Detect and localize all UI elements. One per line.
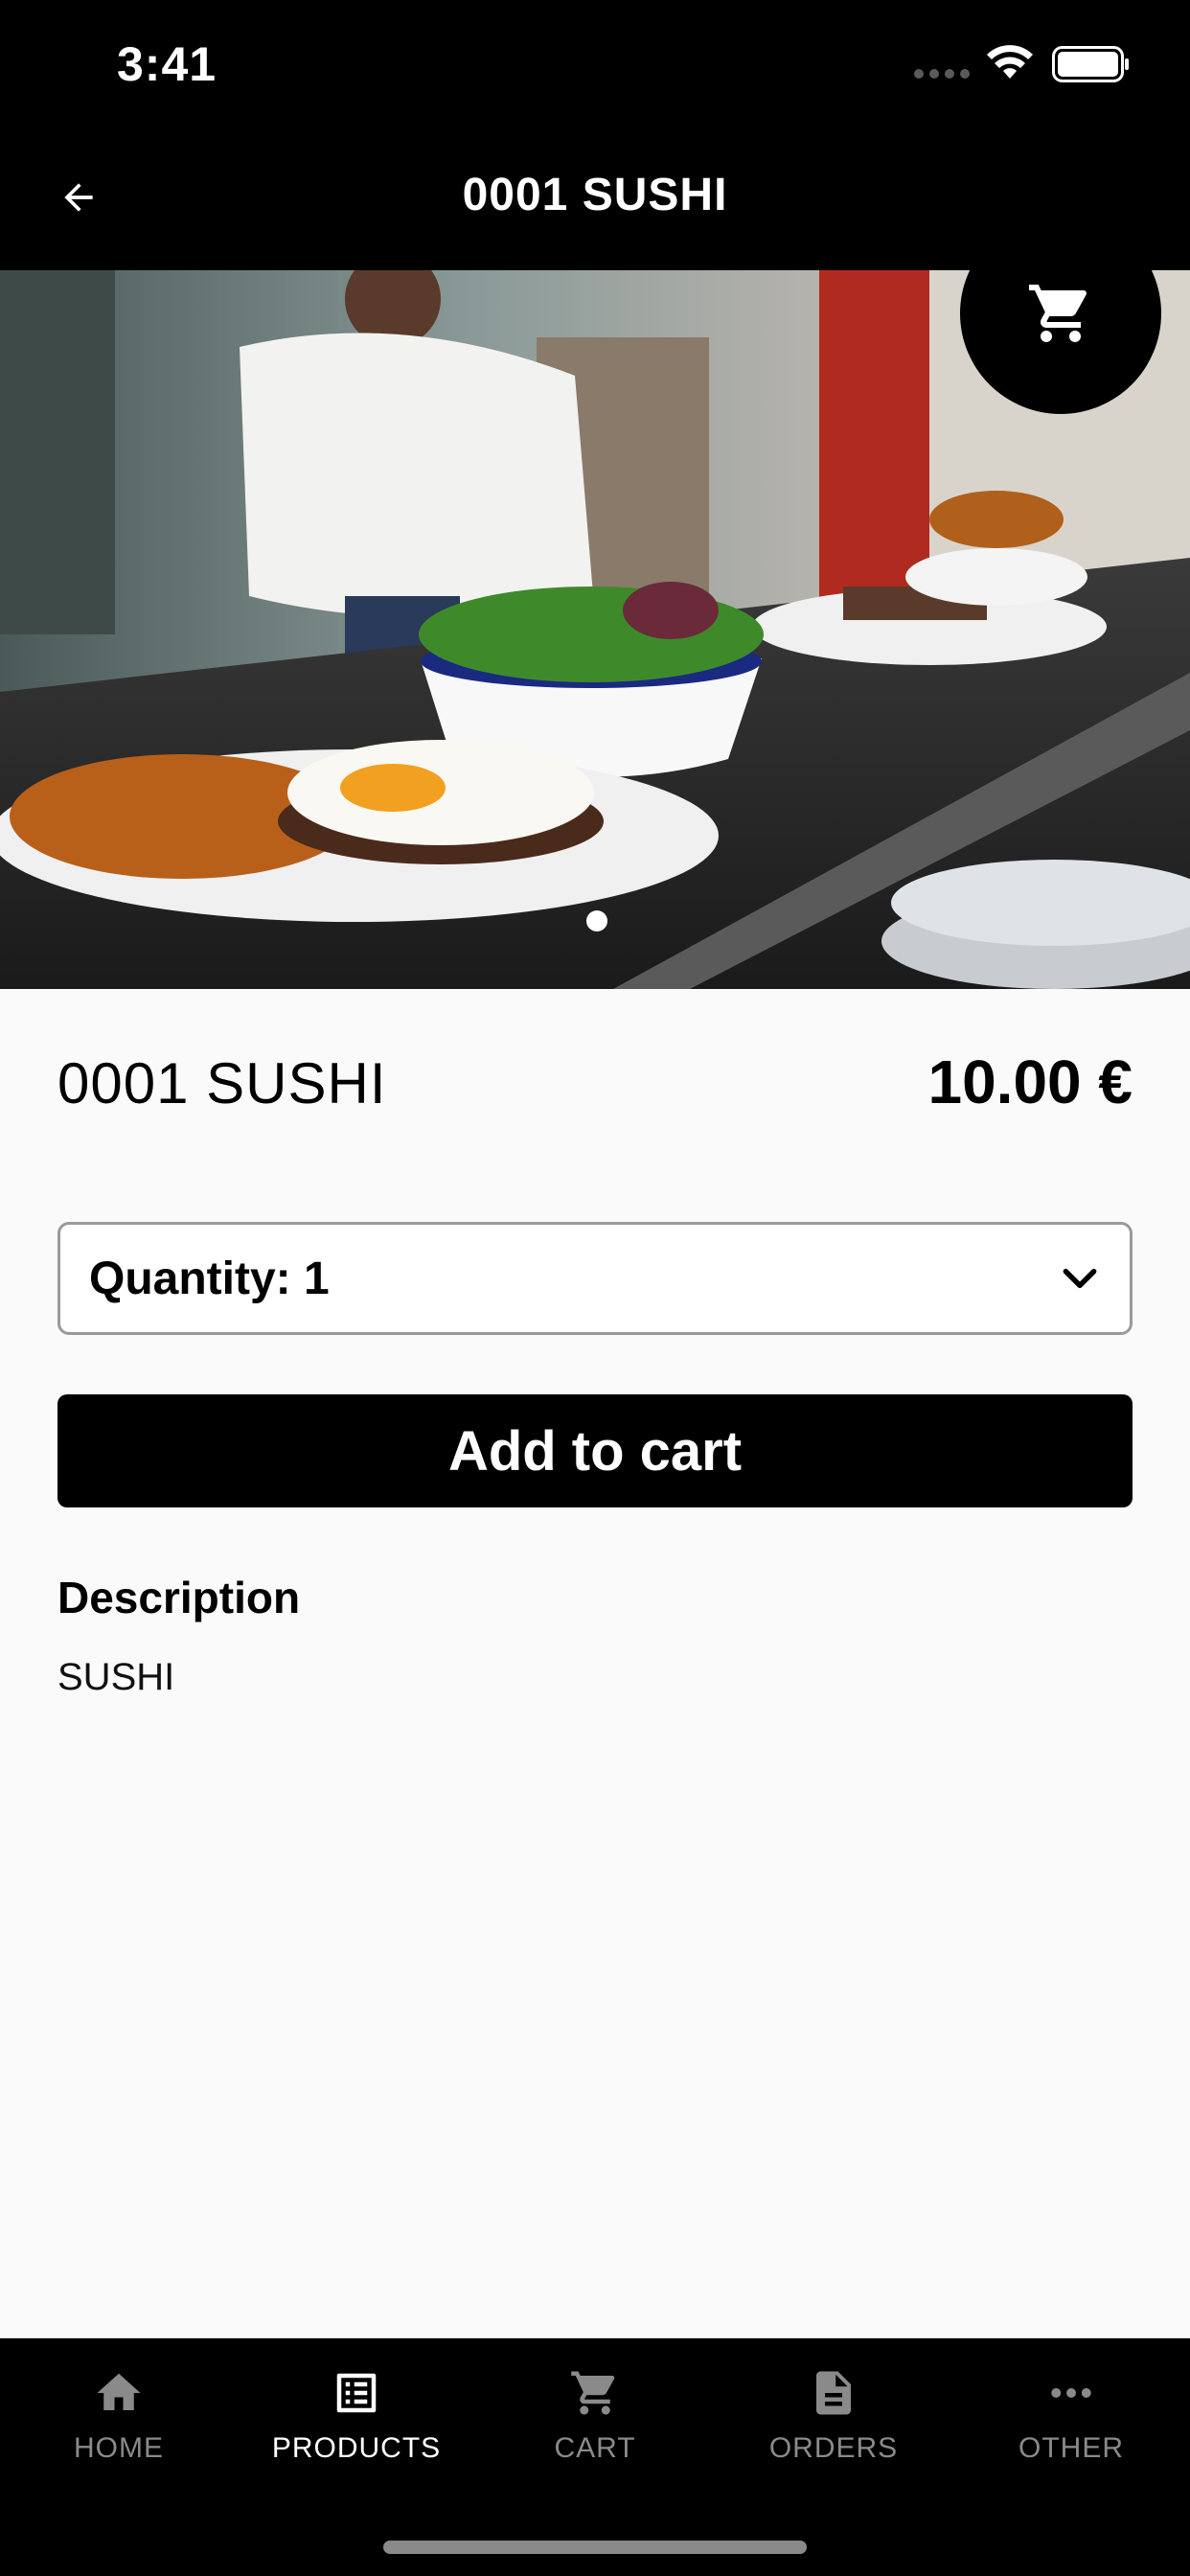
home-icon: [97, 2373, 141, 2410]
description-heading: Description: [57, 1573, 301, 1622]
nav-label-other: OTHER: [1018, 2432, 1124, 2464]
nav-label-orders: ORDERS: [768, 2432, 899, 2464]
wifi-icon: [987, 45, 1033, 79]
cart-fab-button[interactable]: [960, 213, 1161, 414]
description-text: SUSHI: [57, 1656, 175, 1698]
nav-item-home[interactable]: HOME: [0, 2367, 238, 2511]
add-to-cart-button[interactable]: Add to cart: [57, 1394, 1133, 1507]
list-icon: [336, 2373, 377, 2413]
quantity-value: Quantity: 1: [89, 1253, 330, 1304]
nav-item-other[interactable]: OTHER: [952, 2367, 1190, 2511]
carousel-indicator-dot[interactable]: [586, 910, 607, 932]
cellular-signal-icon: [914, 69, 970, 79]
nav-label-products: PRODUCTS: [271, 2432, 442, 2464]
status-bar: 3:41: [0, 0, 1190, 134]
home-indicator[interactable]: [383, 2541, 807, 2554]
nav-label-cart: CART: [554, 2432, 636, 2464]
nav-item-products[interactable]: PRODUCTS: [238, 2367, 475, 2511]
nav-item-cart[interactable]: CART: [476, 2367, 714, 2511]
cart-icon: [1029, 285, 1087, 342]
product-name: 0001 SUSHI: [57, 1051, 387, 1116]
cart-icon: [571, 2371, 615, 2415]
battery-icon: [1052, 46, 1129, 82]
quantity-select[interactable]: Quantity: 1: [57, 1222, 1133, 1335]
nav-label-home: HOME: [74, 2432, 164, 2464]
chevron-down-icon: [1063, 1268, 1097, 1289]
nav-item-orders[interactable]: ORDERS: [715, 2367, 952, 2511]
product-price: 10.00 €: [927, 1047, 1133, 1116]
status-time: 3:41: [117, 37, 217, 91]
more-icon: [1051, 2388, 1091, 2398]
page-title: 0001 SUSHI: [462, 170, 728, 220]
document-icon: [816, 2371, 851, 2415]
